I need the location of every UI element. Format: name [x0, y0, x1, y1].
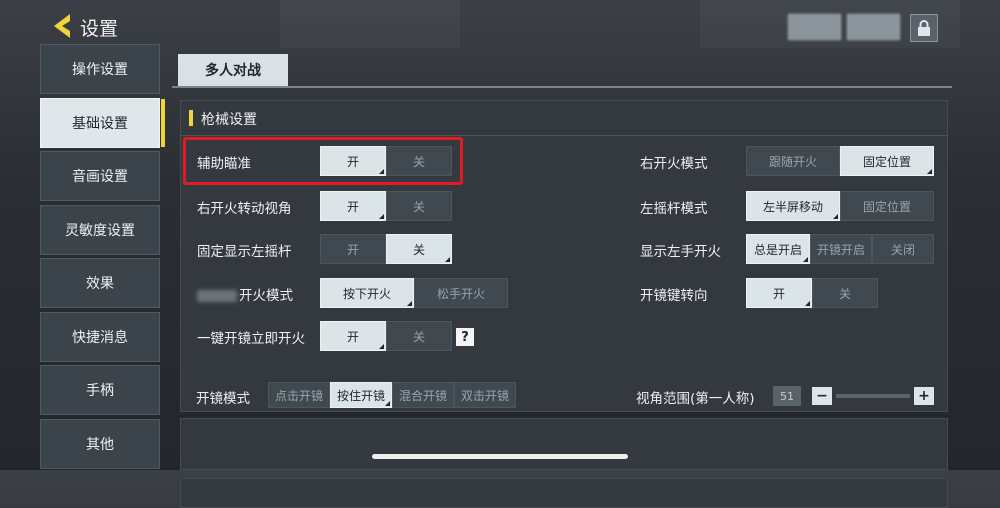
aim-assist-highlight [183, 137, 463, 185]
tab-multiplayer[interactable]: 多人对战 [178, 54, 288, 86]
top-actions: ​ [788, 14, 900, 40]
left-fire-display-label: 显示左手开火 [640, 244, 721, 260]
scope-on-option[interactable]: 开镜开启 [810, 234, 872, 264]
sidebar-item-label: 音画设置 [72, 169, 128, 185]
fixed-left-stick-toggle: 开 关 [320, 234, 452, 264]
fire-mode-toggle: 按下开火 松手开火 [320, 278, 508, 308]
tab-divider [172, 86, 952, 88]
scope-instant-fire-on-option[interactable]: 开 [320, 321, 386, 351]
scope-turn-toggle: 开 关 [746, 278, 878, 308]
fixed-left-stick-on-option[interactable]: 开 [320, 234, 386, 264]
fire-mode-label: 开火模式 [197, 284, 293, 304]
hold-scope-option[interactable]: 按住开镜 [330, 382, 392, 408]
left-half-move-option[interactable]: 左半屏移动 [746, 191, 840, 221]
tap-scope-option[interactable]: 点击开镜 [268, 382, 330, 408]
blurred-top-button[interactable]: ​ [788, 14, 842, 40]
section-title: 枪械设置 [201, 112, 257, 128]
fov-value: 51 [773, 386, 801, 406]
fixed-left-stick-label: 固定显示左摇杆 [197, 244, 292, 260]
sidebar-item-controls[interactable]: 操作设置 [40, 44, 160, 94]
scope-turn-on-option[interactable]: 开 [746, 278, 812, 308]
fov-decrease-button[interactable]: − [812, 387, 832, 405]
sidebar-item-effects[interactable]: 效果 [40, 258, 160, 308]
fov-label: 视角范围(第一人称) [636, 391, 755, 407]
double-tap-scope-option[interactable]: 双击开镜 [454, 382, 516, 408]
right-fire-turn-off-option[interactable]: 关 [386, 191, 452, 221]
sidebar-item-other[interactable]: 其他 [40, 418, 160, 469]
sidebar-item-basic[interactable]: 基础设置 [40, 97, 165, 148]
help-icon[interactable]: ? [456, 328, 474, 346]
fov-increase-button[interactable]: + [914, 387, 934, 405]
scope-instant-fire-label: 一键开镜立即开火 [197, 331, 305, 347]
follow-fire-option[interactable]: 跟随开火 [746, 146, 840, 176]
sidebar-item-label: 操作设置 [72, 62, 128, 78]
right-fire-turn-on-option[interactable]: 开 [320, 191, 386, 221]
release-fire-option[interactable]: 松手开火 [414, 278, 508, 308]
sidebar-item-label: 其他 [86, 436, 114, 453]
home-indicator [372, 454, 628, 459]
top-bar: 设置 ​ [0, 0, 1000, 48]
right-fire-mode-toggle: 跟随开火 固定位置 [746, 146, 934, 176]
scope-mode-selector: 点击开镜 按住开镜 混合开镜 双击开镜 [268, 382, 516, 408]
sidebar-item-label: 效果 [86, 276, 114, 292]
press-fire-option[interactable]: 按下开火 [320, 278, 414, 308]
fov-slider-track[interactable] [836, 394, 910, 398]
scope-mode-label: 开镜模式 [196, 391, 250, 407]
left-stick-mode-toggle: 左半屏移动 固定位置 [746, 191, 934, 221]
lock-icon[interactable] [910, 14, 938, 42]
scope-turn-label: 开镜键转向 [640, 288, 708, 304]
hybrid-scope-option[interactable]: 混合开镜 [392, 382, 454, 408]
left-stick-fixed-option[interactable]: 固定位置 [840, 191, 934, 221]
page-title: 设置 [80, 18, 119, 40]
fixed-left-stick-off-option[interactable]: 关 [386, 234, 452, 264]
right-fire-mode-label: 右开火模式 [640, 156, 708, 172]
sidebar-item-sensitivity[interactable]: 灵敏度设置 [40, 204, 160, 255]
next-section-peek [180, 478, 948, 508]
settings-sidebar: 操作设置 基础设置 音画设置 灵敏度设置 效果 快捷消息 手柄 其他 [40, 44, 165, 472]
sidebar-item-label: 基础设置 [72, 115, 128, 132]
blurred-top-button[interactable] [847, 14, 900, 40]
sidebar-item-quick-messages[interactable]: 快捷消息 [40, 311, 160, 362]
left-fire-off-option[interactable]: 关闭 [872, 234, 934, 264]
fixed-position-option[interactable]: 固定位置 [840, 146, 934, 176]
fire-mode-label-text: 开火模式 [239, 288, 293, 304]
sidebar-item-label: 灵敏度设置 [65, 222, 135, 239]
scope-settings-section [180, 418, 948, 470]
right-fire-turn-toggle: 开 关 [320, 191, 452, 221]
left-stick-mode-label: 左摇杆模式 [640, 201, 708, 217]
right-fire-turn-label: 右开火转动视角 [197, 201, 292, 217]
section-header: 枪械设置 [181, 101, 947, 136]
scope-instant-fire-toggle: 开 关 [320, 321, 452, 351]
sidebar-item-label: 手柄 [86, 383, 114, 399]
always-on-option[interactable]: 总是开启 [746, 234, 810, 264]
scope-turn-off-option[interactable]: 关 [812, 278, 878, 308]
sidebar-item-controller[interactable]: 手柄 [40, 365, 160, 415]
section-accent-bar [189, 110, 193, 126]
back-icon[interactable] [50, 12, 74, 40]
scope-instant-fire-off-option[interactable]: 关 [386, 321, 452, 351]
sidebar-item-label: 快捷消息 [72, 329, 128, 346]
sidebar-item-audio-video[interactable]: 音画设置 [40, 151, 160, 201]
left-fire-display-toggle: 总是开启 开镜开启 关闭 [746, 234, 934, 264]
